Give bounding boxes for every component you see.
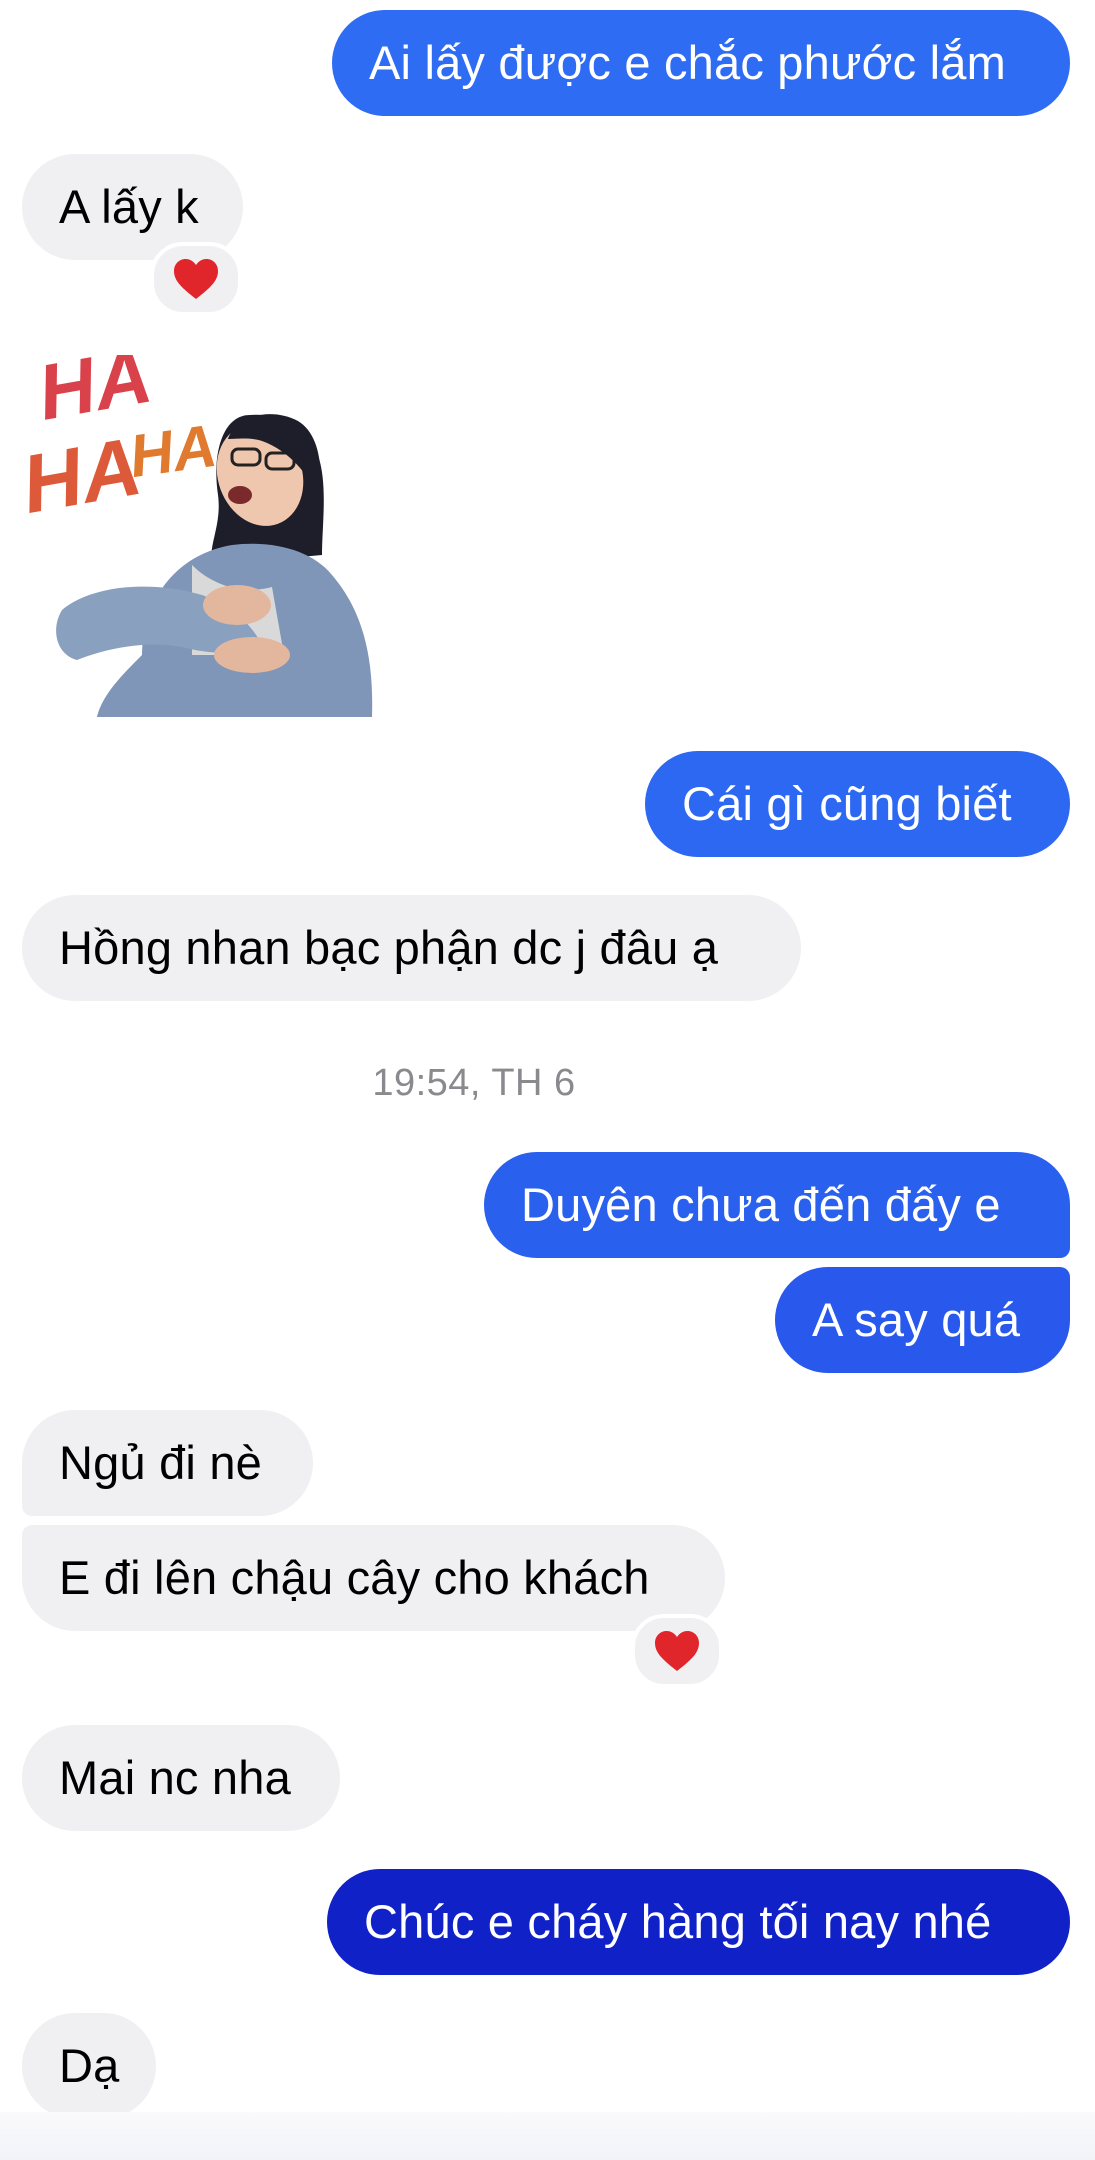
composer-area-edge xyxy=(0,2112,1095,2160)
outgoing-message[interactable]: Duyên chưa đến đấy e xyxy=(484,1152,1070,1258)
haha-laughing-sticker[interactable]: HA HA HA xyxy=(15,331,382,717)
heart-icon xyxy=(655,1631,699,1671)
outgoing-message[interactable]: A say quá xyxy=(775,1267,1070,1373)
incoming-message[interactable]: Ngủ đi nè xyxy=(22,1410,313,1516)
incoming-message[interactable]: Mai nc nha xyxy=(22,1725,340,1831)
incoming-message[interactable]: Dạ xyxy=(22,2013,156,2119)
heart-reaction[interactable] xyxy=(631,1614,723,1688)
outgoing-message[interactable]: Cái gì cũng biết xyxy=(645,751,1070,857)
outgoing-message[interactable]: Ai lấy được e chắc phước lắm xyxy=(332,10,1070,116)
heart-icon xyxy=(174,259,218,299)
heart-reaction[interactable] xyxy=(150,242,242,316)
message-timestamp: 19:54, TH 6 xyxy=(372,1062,576,1104)
incoming-message[interactable]: E đi lên chậu cây cho khách xyxy=(22,1525,725,1631)
outgoing-message[interactable]: Chúc e cháy hàng tối nay nhé xyxy=(327,1869,1070,1975)
incoming-message[interactable]: Hồng nhan bạc phận dc j đâu ạ xyxy=(22,895,801,1001)
sticker-text-ha: HA xyxy=(125,412,220,490)
